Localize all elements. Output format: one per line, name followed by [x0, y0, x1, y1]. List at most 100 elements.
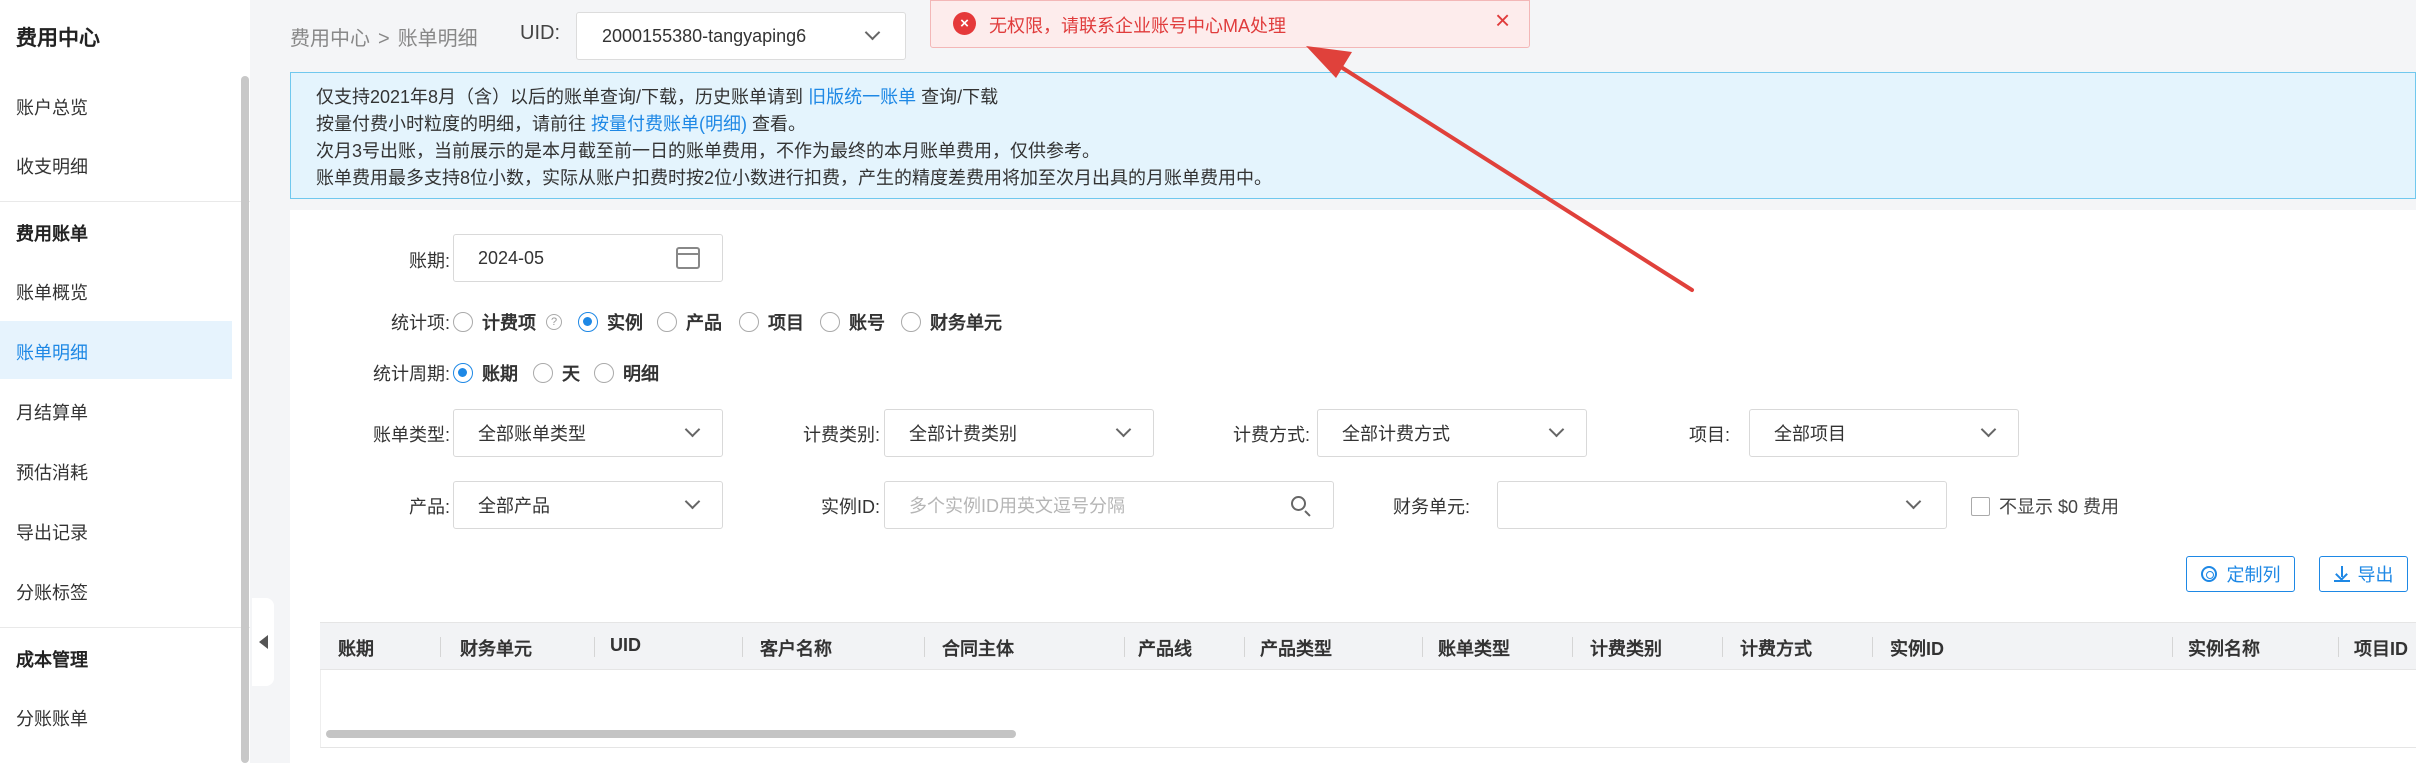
column-header[interactable]: 产品线	[1138, 635, 1192, 661]
button-label: 导出	[2357, 565, 2394, 585]
radio-label: 项目	[768, 313, 804, 333]
error-toast: × 无权限，请联系企业账号中心MA处理 ×	[930, 0, 1530, 48]
period-picker[interactable]: 2024-05	[453, 234, 723, 282]
column-divider[interactable]	[1422, 637, 1423, 657]
charge-mode-select[interactable]: 全部计费方式	[1317, 409, 1587, 457]
radio-icon	[901, 312, 921, 332]
chevron-down-icon	[684, 421, 701, 438]
sidebar-collapse-button[interactable]	[252, 598, 274, 686]
column-header[interactable]: 计费方式	[1740, 635, 1812, 661]
uid-select[interactable]: 2000155380-tangyaping6	[576, 12, 906, 60]
column-header[interactable]: 账期	[338, 635, 374, 661]
radio-label: 实例	[607, 313, 643, 333]
sidebar: 费用中心 账户总览 收支明细 费用账单 账单概览 账单明细 月结算单 预估消耗 …	[0, 0, 250, 763]
column-divider[interactable]	[2172, 637, 2173, 657]
search-icon[interactable]	[1291, 496, 1306, 511]
charge-mode-label: 计费方式:	[1232, 425, 1310, 445]
sidebar-divider	[0, 201, 250, 202]
column-header[interactable]: 合同主体	[942, 635, 1014, 661]
radio-label: 账期	[482, 364, 518, 384]
period-label: 账期:	[408, 251, 450, 271]
column-header[interactable]: UID	[610, 635, 641, 656]
column-header[interactable]: 产品类型	[1260, 635, 1332, 661]
column-divider[interactable]	[742, 637, 743, 657]
calendar-icon	[676, 247, 700, 269]
radio-label: 财务单元	[930, 313, 1002, 333]
column-header[interactable]: 财务单元	[460, 635, 532, 661]
charge-category-select[interactable]: 全部计费类别	[884, 409, 1154, 457]
stat-option-instance[interactable]: 实例	[578, 309, 643, 335]
column-divider[interactable]	[1124, 637, 1125, 657]
bill-type-select[interactable]: 全部账单类型	[453, 409, 723, 457]
column-divider[interactable]	[2338, 637, 2339, 657]
column-divider[interactable]	[594, 637, 595, 657]
sidebar-item-estimated-usage[interactable]: 预估消耗	[16, 459, 88, 485]
column-header[interactable]: 账单类型	[1438, 635, 1510, 661]
stat-label: 统计项:	[390, 313, 450, 333]
main-panel: 账期: 2024-05 统计项: 计费项? 实例 产品 项目 账号 财务单元 统…	[290, 210, 2416, 763]
column-divider[interactable]	[1244, 637, 1245, 657]
sidebar-item-bill-detail[interactable]: 账单明细	[16, 339, 88, 365]
customize-columns-button[interactable]: 定制列	[2186, 556, 2295, 592]
old-bill-link[interactable]: 旧版统一账单	[808, 87, 916, 107]
cycle-label: 统计周期:	[372, 364, 450, 384]
sidebar-scrollbar[interactable]	[241, 76, 249, 763]
notice-line-4: 账单费用最多支持8位小数，实际从账户扣费时按2位小数进行扣费，产生的精度差费用将…	[316, 168, 1273, 188]
stat-option-product[interactable]: 产品	[657, 309, 722, 335]
breadcrumb-item-fee-center[interactable]: 费用中心	[290, 28, 370, 50]
notice-line-2: 按量付费小时粒度的明细，请前往 按量付费账单(明细) 查看。	[316, 110, 806, 136]
column-divider[interactable]	[1572, 637, 1573, 657]
notice-line-3: 次月3号出账，当前展示的是本月截至前一日的账单费用，不作为最终的本月账单费用，仅…	[316, 141, 1101, 161]
help-icon[interactable]: ?	[546, 314, 562, 330]
product-select[interactable]: 全部产品	[453, 481, 723, 529]
cycle-option-detail[interactable]: 明细	[594, 360, 659, 386]
stat-option-project[interactable]: 项目	[739, 309, 804, 335]
sidebar-item-split-bill[interactable]: 分账账单	[16, 705, 88, 731]
input-placeholder: 多个实例ID用英文逗号分隔	[909, 496, 1125, 516]
sidebar-item-account-overview[interactable]: 账户总览	[16, 94, 88, 120]
sidebar-item-split-tags[interactable]: 分账标签	[16, 579, 88, 605]
notice-text: 按量付费小时粒度的明细，请前往	[316, 114, 586, 134]
stat-option-account[interactable]: 账号	[820, 309, 885, 335]
column-divider[interactable]	[1722, 637, 1723, 657]
hide-zero-checkbox[interactable]: 不显示 $0 费用	[1971, 493, 2119, 519]
column-divider[interactable]	[440, 637, 441, 657]
column-header[interactable]: 项目ID	[2354, 635, 2408, 661]
sidebar-item-bill-overview[interactable]: 账单概览	[16, 279, 88, 305]
table-header: 账期 财务单元 UID 客户名称 合同主体 产品线 产品类型 账单类型 计费类别…	[320, 622, 2416, 670]
column-header[interactable]: 计费类别	[1590, 635, 1662, 661]
column-divider[interactable]	[1872, 637, 1873, 657]
sidebar-item-monthly-statement[interactable]: 月结算单	[16, 399, 88, 425]
stat-option-finance-unit[interactable]: 财务单元	[901, 309, 1002, 335]
finance-unit-select[interactable]	[1497, 481, 1947, 529]
breadcrumb-item-bill-detail: 账单明细	[397, 28, 478, 50]
select-value: 全部产品	[478, 496, 550, 516]
select-value: 全部项目	[1774, 424, 1846, 444]
hourly-bill-link[interactable]: 按量付费账单(明细)	[591, 114, 747, 134]
sidebar-divider	[0, 627, 250, 628]
stat-option-charge-item[interactable]: 计费项?	[453, 309, 562, 335]
radio-icon	[657, 312, 677, 332]
table-horizontal-scrollbar[interactable]	[326, 730, 1016, 738]
notice-text: 仅支持2021年8月（含）以后的账单查询/下载，历史账单请到	[316, 87, 804, 107]
column-header[interactable]: 客户名称	[760, 635, 832, 661]
cycle-option-day[interactable]: 天	[533, 360, 580, 386]
instance-id-input[interactable]: 多个实例ID用英文逗号分隔	[884, 481, 1334, 529]
project-select[interactable]: 全部项目	[1749, 409, 2019, 457]
sidebar-item-income-expense[interactable]: 收支明细	[16, 153, 88, 179]
column-divider[interactable]	[924, 637, 925, 657]
project-label: 项目:	[1688, 425, 1730, 445]
collapse-left-icon	[258, 635, 268, 649]
column-header[interactable]: 实例名称	[2188, 635, 2260, 661]
bill-type-label: 账单类型:	[372, 425, 450, 445]
download-icon	[2333, 566, 2350, 582]
radio-icon	[739, 312, 759, 332]
sidebar-item-export-records[interactable]: 导出记录	[16, 519, 88, 545]
export-button[interactable]: 导出	[2319, 556, 2408, 592]
column-header[interactable]: 实例ID	[1890, 635, 1944, 661]
cycle-option-period[interactable]: 账期	[453, 360, 518, 386]
charge-category-label: 计费类别:	[802, 425, 880, 445]
close-icon[interactable]: ×	[1495, 7, 1510, 33]
instance-id-label: 实例ID:	[820, 497, 880, 517]
radio-icon	[594, 363, 614, 383]
